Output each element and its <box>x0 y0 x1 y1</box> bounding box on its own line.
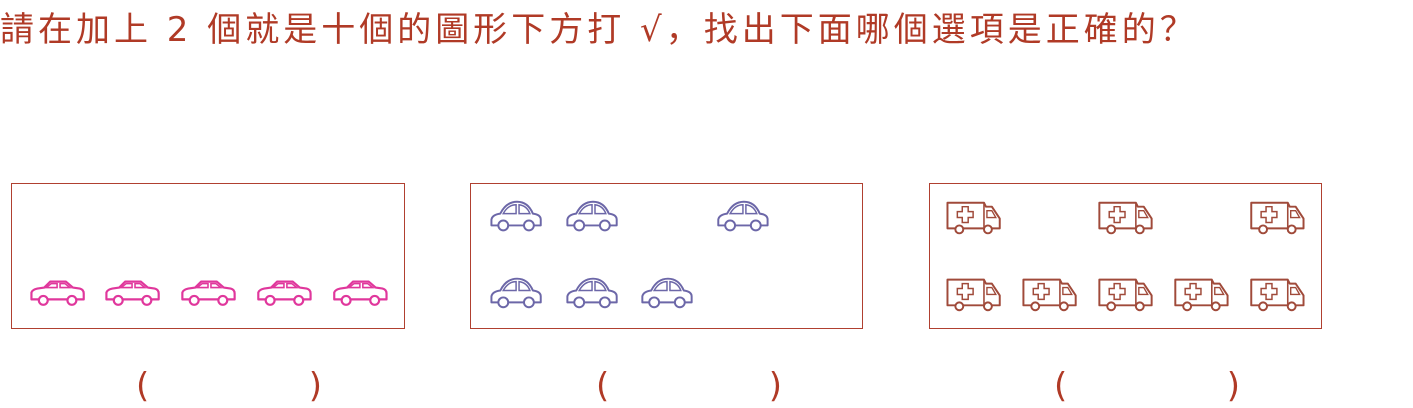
ambulance-icon <box>946 278 1001 312</box>
ambulance-icon <box>1098 278 1153 312</box>
answer-slot-3[interactable]: ( ) <box>1054 364 1240 408</box>
answer-slot-2[interactable]: ( ) <box>596 364 782 408</box>
option-2-picture-box <box>470 183 863 329</box>
close-paren: ) <box>768 366 782 406</box>
option-3-picture-box <box>929 183 1322 329</box>
sedan-icon <box>257 280 312 306</box>
beetle-car-icon <box>717 200 769 232</box>
answer-slot-1[interactable]: ( ) <box>136 364 322 408</box>
ambulance-icon <box>1098 201 1153 235</box>
open-paren: ( <box>136 366 150 406</box>
sedan-icon <box>105 280 160 306</box>
ambulance-icon <box>1022 278 1077 312</box>
open-paren: ( <box>1054 366 1068 406</box>
ambulance-icon <box>946 201 1001 235</box>
ambulance-icon <box>1250 278 1305 312</box>
sedan-icon <box>333 280 388 306</box>
close-paren: ) <box>308 366 322 406</box>
ambulance-icon <box>1250 201 1305 235</box>
beetle-car-icon <box>566 277 618 309</box>
question-text: 請在加上 2 個就是十個的圖形下方打 √，找出下面哪個選項是正確的？ <box>0 10 1198 50</box>
option-1-picture-box <box>11 183 405 329</box>
beetle-car-icon <box>641 277 693 309</box>
close-paren: ) <box>1226 366 1240 406</box>
open-paren: ( <box>596 366 610 406</box>
ambulance-icon <box>1174 278 1229 312</box>
sedan-icon <box>30 280 85 306</box>
beetle-car-icon <box>566 200 618 232</box>
beetle-car-icon <box>490 200 542 232</box>
beetle-car-icon <box>490 277 542 309</box>
sedan-icon <box>181 280 236 306</box>
